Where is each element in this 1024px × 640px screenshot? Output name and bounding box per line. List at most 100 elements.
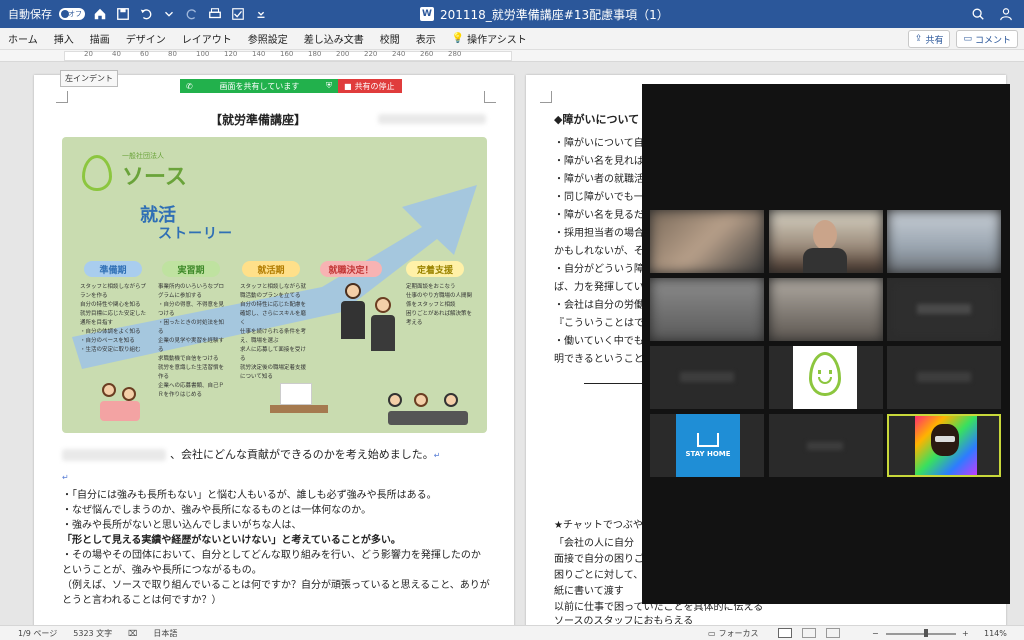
- stay-home-label: STAY HOME: [685, 450, 731, 458]
- lightbulb-icon: 💡: [451, 33, 465, 44]
- stage-item: 就労を意識した生活習慣を作る: [158, 365, 225, 380]
- comment-button[interactable]: ▭ コメント: [956, 30, 1018, 48]
- tell-me-label: 操作アシスト: [467, 35, 527, 46]
- horizontal-ruler[interactable]: 20 40 60 80 100 120 140 160 180 200 220 …: [0, 50, 1024, 62]
- page-title: 【就労準備講座】: [210, 113, 307, 127]
- autosave-label: 自動保存: [8, 8, 52, 21]
- person-illustration: [98, 383, 148, 423]
- video-tile[interactable]: [769, 210, 883, 273]
- stage-column: スタッフと相談しながらプランを作る 自分の特性や関心を知る 就労目標に応じた安定…: [80, 283, 150, 355]
- video-gallery[interactable]: STAY HOME: [642, 84, 1010, 604]
- phone-icon: ✆: [186, 81, 193, 91]
- bullet-item: ・その場やその団体において、自分としてどんな取り組みを行い、どう影響力を発揮した…: [62, 550, 481, 561]
- home-icon[interactable]: [92, 6, 108, 22]
- zoom-out-icon[interactable]: −: [872, 629, 879, 638]
- zoom-slider-handle[interactable]: [924, 629, 928, 637]
- page2-line: ソースのスタッフにおもらえる: [554, 616, 694, 624]
- video-tile-active-speaker[interactable]: [887, 414, 1001, 477]
- stage-item: ・自分の体調をよく知る: [80, 329, 141, 335]
- web-layout-icon[interactable]: [802, 628, 816, 638]
- print-icon[interactable]: [207, 6, 223, 22]
- ruler-number: 260: [420, 50, 434, 58]
- video-tile[interactable]: [650, 210, 764, 273]
- bullet-item: とうと言われることは何ですか？）: [62, 595, 222, 606]
- ruler-number: 220: [364, 50, 378, 58]
- redo-icon[interactable]: [184, 6, 200, 22]
- video-tile[interactable]: [650, 278, 764, 341]
- tell-me[interactable]: 💡 操作アシスト: [444, 28, 535, 50]
- video-tile[interactable]: [769, 278, 883, 341]
- bullet-emphasis: 「形として見える実績や経歴がないといけない」と考えていることが多い。: [62, 535, 401, 546]
- tab-draw[interactable]: 描画: [82, 28, 118, 50]
- tab-insert[interactable]: 挿入: [46, 28, 82, 50]
- chat-heading: ★チャットでつぶや: [554, 520, 643, 531]
- horizontal-rule: [584, 383, 642, 384]
- autosave-toggle[interactable]: オフ: [59, 8, 85, 20]
- proofing-icon[interactable]: ⌧: [120, 629, 145, 638]
- page-count[interactable]: 1/9 ページ: [0, 628, 65, 639]
- ruler-number: 100: [196, 50, 210, 58]
- stay-home-image: STAY HOME: [676, 414, 740, 477]
- page-corner-mark: [540, 91, 552, 103]
- tab-view[interactable]: 表示: [408, 28, 444, 50]
- page2-line: ・働いていく中でも: [554, 336, 644, 347]
- document-title: W 201118_就労準備講座#13配慮事項（1）: [420, 0, 669, 28]
- tab-mailings[interactable]: 差し込み文書: [296, 28, 372, 50]
- stop-share-button[interactable]: ■ 共有の停止: [338, 79, 402, 93]
- poster-image: 一般社団法人 ソース 就活 ストーリー 準備期 実習期 就活期 就職決定！ 定着…: [62, 137, 487, 433]
- stage-item: 困りごとがあれば解決策を考える: [406, 311, 473, 326]
- video-tile[interactable]: [650, 346, 764, 409]
- search-icon[interactable]: [970, 6, 986, 22]
- word-count[interactable]: 5323 文字: [65, 628, 120, 639]
- customize-icon[interactable]: [253, 6, 269, 22]
- save-icon[interactable]: [115, 6, 131, 22]
- undo-icon[interactable]: [138, 6, 154, 22]
- ruler-number: 40: [112, 50, 121, 58]
- language[interactable]: 日本語: [145, 628, 185, 639]
- share-button[interactable]: ⇪ 共有: [907, 30, 951, 48]
- tab-design[interactable]: デザイン: [118, 28, 174, 50]
- poster-brand: ソース: [122, 165, 187, 190]
- stage-item: 求人に応募して面接を受ける: [240, 347, 306, 362]
- stop-share-label: 共有の停止: [354, 81, 395, 91]
- person-illustration: [338, 283, 368, 343]
- share-button-label: 共有: [925, 35, 944, 46]
- tab-layout[interactable]: レイアウト: [174, 28, 240, 50]
- user-icon[interactable]: [998, 6, 1014, 22]
- house-icon: [697, 433, 719, 447]
- sauce-logo-icon: [82, 155, 112, 191]
- stage-item: ・自分の得意、不得意を見つける: [158, 302, 225, 317]
- page2-line: ・会社は自分の労働: [554, 300, 644, 311]
- indent-tooltip: 左インデント: [60, 70, 118, 87]
- video-tile[interactable]: [887, 210, 1001, 273]
- share-icon: ⇪: [914, 34, 923, 44]
- tab-review[interactable]: 校閲: [372, 28, 408, 50]
- bullet-item: ・強みや長所がないと思い込んでしまいがちな人は、: [62, 518, 302, 533]
- tab-references[interactable]: 参照設定: [240, 28, 296, 50]
- video-tile[interactable]: [887, 278, 1001, 341]
- stage-column: 定期面談をおこなう 仕事のやり方職場の人間関係をスタッフと相談 困りごとがあれば…: [406, 283, 472, 328]
- zoom-in-icon[interactable]: +: [962, 629, 969, 638]
- page-corner-mark: [484, 91, 496, 103]
- check-icon[interactable]: [230, 6, 246, 22]
- read-mode-icon[interactable]: [826, 628, 840, 638]
- focus-icon: ▭: [708, 628, 716, 638]
- zoom-slider[interactable]: [886, 633, 956, 635]
- video-tile[interactable]: [887, 346, 1001, 409]
- zoom-level[interactable]: 114%: [984, 629, 1007, 638]
- chevron-down-icon[interactable]: [161, 6, 177, 22]
- print-layout-icon[interactable]: [778, 628, 792, 638]
- video-tile[interactable]: STAY HOME: [650, 414, 764, 477]
- document-title-text: 201118_就労準備講座#13配慮事項（1）: [440, 7, 669, 22]
- ruler-number: 180: [308, 50, 322, 58]
- stage-label: 定着支援: [406, 261, 464, 277]
- video-tile[interactable]: [769, 414, 883, 477]
- paragraph-mark: ↵: [62, 473, 69, 482]
- stage-item: 事業所内のいろいろなプログラムに参加する: [158, 284, 225, 299]
- tab-home[interactable]: ホーム: [0, 28, 46, 50]
- avatar: [915, 416, 977, 475]
- ruler-number: 20: [84, 50, 93, 58]
- focus-button[interactable]: ▭ フォーカス: [708, 628, 759, 639]
- video-tile[interactable]: [769, 346, 883, 409]
- stage-item: 自分の特性に応じた配慮を確認し、さらにスキルを磨く: [240, 302, 307, 326]
